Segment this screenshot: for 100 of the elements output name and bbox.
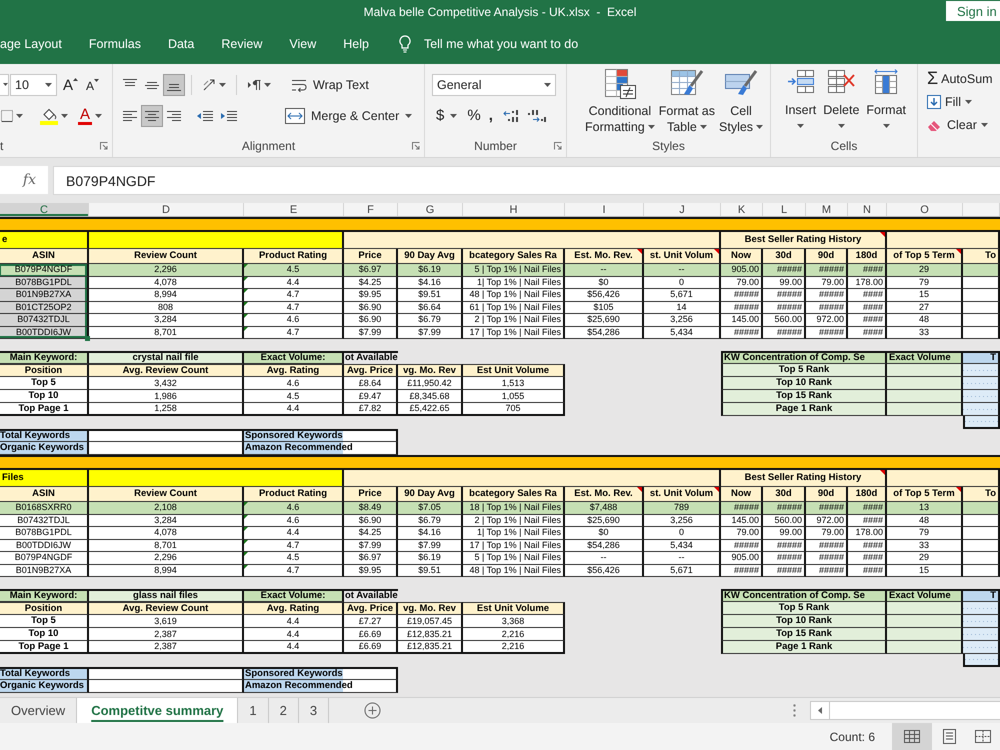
table-header-cell: 90 Day Avg bbox=[398, 249, 463, 264]
table-cell: $0 bbox=[565, 276, 644, 289]
font-name-dropdown[interactable] bbox=[0, 74, 9, 96]
corner-arrow-icon[interactable] bbox=[412, 142, 420, 150]
tell-me-search[interactable]: Tell me what you want to do bbox=[424, 37, 578, 51]
table-header-cell: 30d bbox=[763, 249, 806, 264]
column-header[interactable]: C bbox=[0, 203, 89, 216]
table-header-cell: Avg. Review Count bbox=[89, 364, 244, 377]
table-header-cell: Avg. Price bbox=[344, 364, 398, 377]
table-cell: 5 | Top 1% | Nail Files bbox=[463, 264, 565, 276]
table-cell: B079P4NGDF bbox=[0, 264, 89, 276]
cell-text: st. Unit Volum bbox=[650, 489, 714, 499]
formula-input[interactable]: B079P4NGDF bbox=[53, 166, 1000, 195]
table-cell: 27 bbox=[887, 302, 963, 314]
cell-text: 4.4 bbox=[286, 278, 300, 287]
menu-tab[interactable]: Data bbox=[168, 34, 194, 54]
column-header[interactable]: K bbox=[721, 203, 763, 216]
comma-style-button[interactable]: , bbox=[484, 104, 497, 126]
scroll-left-button[interactable] bbox=[810, 701, 830, 720]
table-cell: $105 bbox=[565, 302, 644, 314]
menu-tab[interactable]: Help bbox=[343, 34, 369, 54]
sheet-tab[interactable]: Competitve summary bbox=[77, 698, 238, 723]
table-cell: 48 bbox=[887, 514, 963, 527]
table-cell: 3,284 bbox=[89, 314, 244, 326]
caret-icon bbox=[648, 125, 655, 129]
conditional-formatting-button[interactable]: Conditional Formatting bbox=[585, 68, 655, 135]
normal-view-button[interactable] bbox=[892, 723, 932, 750]
wrap-text-button[interactable]: Wrap Text bbox=[287, 74, 373, 96]
horizontal-scrollbar[interactable] bbox=[830, 701, 1000, 720]
table-cell: Total Keywords bbox=[0, 667, 89, 680]
cell-text: of Top 5 Term bbox=[893, 489, 955, 499]
table-header-cell: Avg. Rating bbox=[244, 602, 344, 615]
table-cell: #### bbox=[848, 326, 887, 339]
clear-button[interactable]: Clear bbox=[924, 113, 1000, 136]
menu-tab[interactable]: Formulas bbox=[88, 34, 141, 54]
column-header[interactable]: F bbox=[344, 203, 398, 216]
cell-styles-button[interactable]: Cell Styles bbox=[719, 68, 764, 135]
table-header-cell: vg. Mo. Rev bbox=[398, 602, 463, 615]
percent-button[interactable]: % bbox=[463, 104, 485, 126]
table-cell: $4.16 bbox=[398, 527, 463, 540]
table-cell: 5,434 bbox=[644, 326, 721, 339]
currency-button[interactable]: $ bbox=[432, 104, 462, 126]
corner-arrow-icon[interactable] bbox=[100, 142, 108, 150]
table-header-cell: 180d bbox=[848, 249, 887, 264]
delete-button[interactable]: Delete bbox=[823, 69, 860, 135]
lightbulb-icon[interactable] bbox=[398, 35, 411, 53]
grow-font-button[interactable]: A bbox=[59, 74, 82, 96]
table-cell: Organic Keywords bbox=[0, 442, 89, 455]
corner-arrow-icon[interactable] bbox=[554, 142, 562, 150]
format-button[interactable]: Format bbox=[866, 69, 906, 135]
plus-circle-icon[interactable] bbox=[364, 702, 382, 719]
table-header-cell: Position bbox=[0, 364, 89, 377]
format-as-table-button[interactable]: Format as Table bbox=[658, 68, 716, 135]
number-format-dropdown[interactable]: General bbox=[432, 74, 556, 96]
column-header[interactable]: G bbox=[398, 203, 463, 216]
table-cell: 33 bbox=[887, 326, 963, 339]
menu-tab[interactable]: View bbox=[289, 34, 316, 54]
column-header[interactable]: L bbox=[763, 203, 806, 216]
square-handle-icon[interactable] bbox=[85, 336, 90, 341]
cell-text: 4.7 bbox=[286, 290, 300, 300]
table-cell: $7.99 bbox=[344, 540, 398, 552]
table-cell: 1| Top 1% | Nail Files bbox=[463, 276, 565, 289]
menu-tab[interactable]: Review bbox=[221, 34, 262, 54]
table-cell: $6.79 bbox=[398, 514, 463, 527]
insert-button[interactable]: Insert bbox=[785, 69, 816, 135]
table-cell: 1,986 bbox=[89, 390, 244, 403]
table-cell: 905.00 bbox=[721, 552, 763, 564]
column-header[interactable]: N bbox=[848, 203, 887, 216]
table-cell: ##### bbox=[763, 264, 806, 276]
align-bottom-button[interactable] bbox=[163, 74, 185, 96]
caret-icon bbox=[264, 82, 271, 86]
align-center-button[interactable] bbox=[141, 104, 163, 126]
table-cell: $7.99 bbox=[398, 540, 463, 552]
column-header[interactable]: J bbox=[644, 203, 721, 216]
table-cell: £12,835.21 bbox=[398, 628, 463, 641]
sign-in-button[interactable]: Sign in bbox=[946, 1, 1000, 21]
column-header[interactable]: O bbox=[887, 203, 963, 216]
insert-function-button[interactable]: fx bbox=[0, 166, 48, 194]
menu-tab[interactable]: age Layout bbox=[0, 34, 62, 54]
column-header[interactable]: H bbox=[463, 203, 565, 216]
autosum-button[interactable]: Σ AutoSum bbox=[924, 67, 1000, 90]
column-header[interactable]: E bbox=[244, 203, 344, 216]
table-cell: 5,671 bbox=[644, 564, 721, 577]
column-header[interactable]: I bbox=[565, 203, 644, 216]
shrink-font-button[interactable]: A bbox=[82, 74, 104, 96]
table-cell: 1,258 bbox=[89, 403, 244, 416]
fill-button[interactable]: Fill bbox=[924, 90, 1000, 113]
column-header[interactable]: M bbox=[806, 203, 848, 216]
column-header[interactable]: D bbox=[89, 203, 244, 216]
font-color-button[interactable]: A bbox=[74, 104, 106, 126]
font-size-dropdown[interactable]: 10 bbox=[10, 74, 57, 96]
table-cell: #### bbox=[848, 289, 887, 302]
table-cell: B078BG1PDL bbox=[0, 276, 89, 289]
merge-center-button[interactable]: Merge & Center bbox=[281, 104, 416, 126]
table-header-cell: Avg. Price bbox=[344, 602, 398, 615]
table-cell: 4,078 bbox=[89, 276, 244, 289]
vertical-dots-icon[interactable] bbox=[793, 704, 796, 717]
table-cell: Top 5 bbox=[0, 615, 89, 628]
cell-text: 4.7 bbox=[286, 328, 300, 337]
table-cell: crystal nail file bbox=[89, 351, 244, 364]
